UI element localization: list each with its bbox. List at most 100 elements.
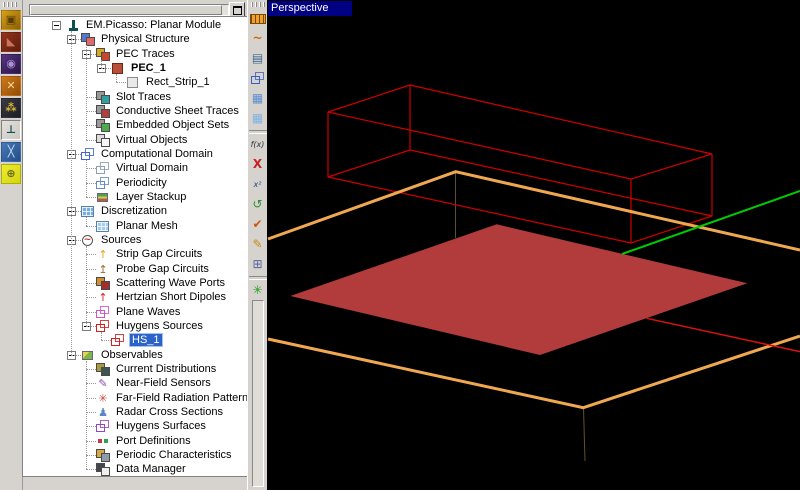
- tree-item-periodic-characteristics[interactable]: Periodic Characteristics: [23, 448, 248, 462]
- current-distributions-icon: [96, 363, 110, 376]
- tree-item-label: Periodicity: [114, 177, 169, 189]
- illumina-module-icon: ✕: [6, 77, 15, 95]
- tree-item-near-field-sensors[interactable]: ✎Near-Field Sensors: [23, 376, 248, 390]
- x-squared-button[interactable]: x²: [249, 176, 266, 193]
- tempo-module-icon: ◉: [6, 55, 16, 73]
- huygens-source-wirebox[interactable]: [328, 85, 712, 243]
- tree-horizontal-scrollbar[interactable]: [29, 4, 229, 16]
- tree-item-scattering-wave-ports[interactable]: Scattering Wave Ports: [23, 276, 248, 290]
- layer-stackup-button[interactable]: ▤: [249, 50, 266, 67]
- project-tree[interactable]: EM.Picasso: Planar ModulePhysical Struct…: [22, 16, 248, 477]
- undo-arrow-icon: ↺: [252, 196, 262, 213]
- layer-stackup-icon: [96, 191, 110, 204]
- picasso-module-button[interactable]: ⊥: [1, 120, 21, 140]
- tree-item-data-manager[interactable]: Data Manager: [23, 462, 248, 476]
- tree-item-label: Plane Waves: [114, 306, 182, 318]
- tree-item-computational-domain[interactable]: Computational Domain: [23, 147, 248, 161]
- tree-item-label: Virtual Domain: [114, 162, 190, 174]
- toolbar-grip[interactable]: [3, 2, 19, 7]
- tree-connector: [86, 197, 96, 198]
- ferma-module-button[interactable]: ╳: [1, 142, 21, 162]
- tree-item-label: Far-Field Radiation Patterns: [114, 392, 248, 404]
- tree-item-discretization[interactable]: Discretization: [23, 204, 248, 218]
- domain-box-button[interactable]: [249, 70, 266, 87]
- scrollbar-thumb[interactable]: [30, 5, 222, 15]
- tree-item-pec-traces[interactable]: PEC Traces: [23, 47, 248, 61]
- embedded-object-sets-icon: [96, 119, 110, 132]
- tree-item-label: Probe Gap Circuits: [114, 263, 211, 275]
- tree-trunk: [86, 45, 87, 140]
- tree-item-current-distributions[interactable]: Current Distributions: [23, 362, 248, 376]
- undo-arrow-button[interactable]: ↺: [249, 196, 266, 213]
- calculator-button[interactable]: ⊞: [249, 256, 266, 273]
- tempo-module-button[interactable]: ◉: [1, 54, 21, 74]
- tree-connector: [86, 469, 96, 470]
- tree-connector: [71, 211, 81, 212]
- tree-item-label: EM.Picasso: Planar Module: [84, 19, 223, 31]
- tree-item-pec-1[interactable]: PEC_1: [23, 61, 248, 75]
- pec-rect-strip-plate[interactable]: [290, 224, 747, 355]
- tree-connector: [86, 54, 96, 55]
- tree-item-slot-traces[interactable]: Slot Traces: [23, 90, 248, 104]
- validate-check-button[interactable]: ✔: [249, 216, 266, 233]
- tree-item-label: Computational Domain: [99, 148, 215, 160]
- tree-item-conductive-sheet-traces[interactable]: Conductive Sheet Traces: [23, 104, 248, 118]
- tree-item-virtual-domain[interactable]: Virtual Domain: [23, 161, 248, 175]
- function-fx-button[interactable]: f(x): [249, 136, 266, 153]
- run-star-button[interactable]: ✳: [249, 282, 266, 299]
- tree-item-observables[interactable]: Observables: [23, 348, 248, 362]
- tree-item-embedded-object-sets[interactable]: Embedded Object Sets: [23, 118, 248, 132]
- tree-item-port-definitions[interactable]: Port Definitions: [23, 434, 248, 448]
- sine-wave-icon: ~: [252, 30, 262, 47]
- terrano-module-button[interactable]: ◣: [1, 32, 21, 52]
- tree-item-rect-strip-1[interactable]: Rect_Strip_1: [23, 75, 248, 89]
- tree-item-probe-gap-circuits[interactable]: ↥Probe Gap Circuits: [23, 262, 248, 276]
- calculator-icon: ⊞: [252, 256, 262, 273]
- sources-icon: ~: [81, 234, 95, 247]
- mesh-settings-icon: ▦: [252, 110, 263, 127]
- tree-item-far-field-radiation-patterns[interactable]: ✳Far-Field Radiation Patterns: [23, 391, 248, 405]
- tree-connector: [71, 154, 81, 155]
- tree-item-label: Discretization: [99, 205, 169, 217]
- measure-ruler-button[interactable]: [249, 10, 266, 27]
- tree-item-label: Port Definitions: [114, 435, 193, 447]
- physical-structure-icon: [81, 33, 95, 46]
- tree-item-periodicity[interactable]: Periodicity: [23, 176, 248, 190]
- edit-notes-button[interactable]: ✎: [249, 236, 266, 253]
- scene-canvas[interactable]: [267, 0, 800, 490]
- huygens-surfaces-icon: [96, 420, 110, 433]
- panel-restore-button[interactable]: [229, 2, 245, 17]
- expand-toggle[interactable]: [52, 21, 61, 30]
- run-star-icon: ✳: [252, 282, 262, 299]
- tree-item-virtual-objects[interactable]: Virtual Objects: [23, 133, 248, 147]
- em-picasso-planar-module-icon: [66, 19, 80, 32]
- variables-x-button[interactable]: X: [249, 156, 266, 173]
- tree-item-strip-gap-circuits[interactable]: ↑Strip Gap Circuits: [23, 247, 248, 261]
- tree-item-label: Layer Stackup: [114, 191, 188, 203]
- tree-item-radar-cross-sections[interactable]: ♟Radar Cross Sections: [23, 405, 248, 419]
- tree-item-hertzian-short-dipoles[interactable]: ↑Hertzian Short Dipoles: [23, 290, 248, 304]
- mesh-settings-button[interactable]: ▦: [249, 110, 266, 127]
- tree-item-sources[interactable]: ~Sources: [23, 233, 248, 247]
- toolbar-grip[interactable]: [251, 2, 265, 7]
- tree-item-physical-structure[interactable]: Physical Structure: [23, 32, 248, 46]
- libera-module-button[interactable]: ⁂: [1, 98, 21, 118]
- tree-item-label: Rect_Strip_1: [144, 76, 212, 88]
- tree-item-hs-1[interactable]: HS_1: [23, 333, 248, 347]
- tree-item-plane-waves[interactable]: Plane Waves: [23, 305, 248, 319]
- tree-trunk: [86, 361, 87, 469]
- mesh-grid-button[interactable]: ▦: [249, 90, 266, 107]
- viewport-3d[interactable]: Perspective: [267, 0, 800, 490]
- illumina-module-button[interactable]: ✕: [1, 76, 21, 96]
- tree-item-planar-mesh[interactable]: Planar Mesh: [23, 219, 248, 233]
- globe-module-button[interactable]: ⊕: [1, 164, 21, 184]
- x-axis-red: [647, 318, 800, 351]
- tree-item-label: Planar Mesh: [114, 220, 180, 232]
- tree-item-huygens-sources[interactable]: Huygens Sources: [23, 319, 248, 333]
- tree-item-em-picasso-planar-module[interactable]: EM.Picasso: Planar Module: [23, 18, 248, 32]
- tree-item-layer-stackup[interactable]: Layer Stackup: [23, 190, 248, 204]
- tree-item-huygens-surfaces[interactable]: Huygens Surfaces: [23, 419, 248, 433]
- cube-module-button[interactable]: ▣: [1, 10, 21, 30]
- tree-connector: [71, 355, 81, 356]
- sine-wave-button[interactable]: ~: [249, 30, 266, 47]
